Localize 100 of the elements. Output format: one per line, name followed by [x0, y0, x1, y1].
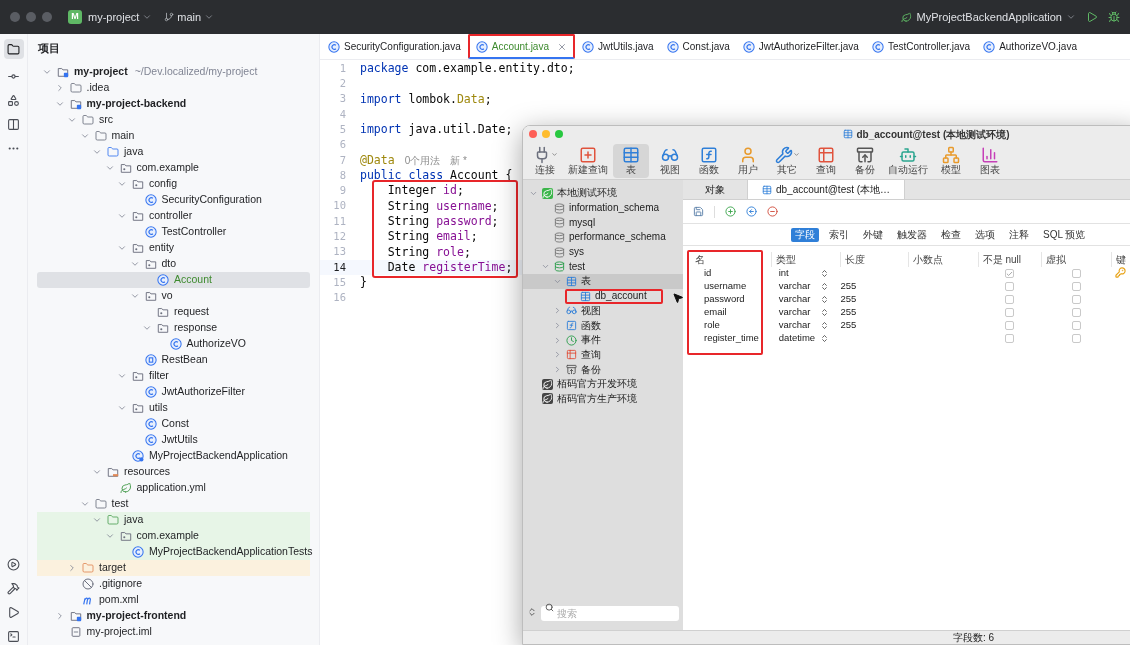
tree-item[interactable]: application.yml: [37, 480, 310, 496]
tree-item[interactable]: 函数: [553, 320, 601, 332]
structure-icon[interactable]: [7, 94, 20, 107]
tree-item[interactable]: test: [541, 261, 586, 273]
editor-tab[interactable]: TestController.java: [865, 34, 977, 59]
tree-item[interactable]: sys: [541, 246, 584, 258]
run-icon[interactable]: [7, 606, 20, 619]
tree-item[interactable]: .idea: [37, 80, 310, 96]
tree-item[interactable]: 栢码官方生产环境: [529, 393, 637, 405]
up-down-icon[interactable]: [820, 308, 830, 317]
chevron-down-icon[interactable]: [92, 147, 102, 157]
tree-item[interactable]: entity: [37, 240, 310, 256]
tree-item[interactable]: vo: [37, 288, 310, 304]
chevron-down-icon[interactable]: [117, 371, 127, 381]
checkbox[interactable]: [1005, 282, 1015, 291]
chevron-down-icon[interactable]: [117, 243, 127, 253]
tree-item[interactable]: 视图: [553, 305, 601, 317]
tree-item[interactable]: 备份: [553, 364, 601, 376]
chevron-down-icon[interactable]: [117, 403, 127, 413]
editor-tab[interactable]: Account.java: [467, 34, 575, 59]
section-tab[interactable]: 检查: [937, 227, 965, 242]
tree-item[interactable]: java: [37, 512, 310, 528]
tree-item[interactable]: main: [37, 128, 310, 144]
chevron-right-icon[interactable]: [553, 321, 562, 331]
checkbox[interactable]: [1005, 334, 1015, 343]
chevron-down-icon[interactable]: [42, 67, 52, 77]
tree-item[interactable]: MyProjectBackendApplication: [37, 448, 310, 464]
search-field[interactable]: 搜索: [541, 606, 679, 621]
checkbox[interactable]: [1071, 295, 1081, 304]
tree-item[interactable]: 事件: [553, 334, 601, 346]
tree-item[interactable]: my-project-backend: [37, 96, 310, 112]
checkbox[interactable]: [1071, 334, 1081, 343]
toolbar-button[interactable]: 用户: [730, 143, 766, 178]
tree-item[interactable]: MyProjectBackendApplicationTests: [37, 544, 310, 560]
services-icon[interactable]: [7, 558, 20, 571]
tree-item[interactable]: request: [37, 304, 310, 320]
checkbox[interactable]: [1071, 321, 1081, 330]
chevron-down-icon[interactable]: [67, 115, 77, 125]
section-tab[interactable]: 外键: [859, 227, 887, 242]
tree-item[interactable]: pom.xml: [37, 592, 310, 608]
chevron-right-icon[interactable]: [553, 306, 562, 316]
tree-item[interactable]: my-project.iml: [37, 624, 310, 640]
tree-item[interactable]: mysql: [541, 217, 596, 229]
checkbox[interactable]: [1071, 269, 1081, 278]
branch-selector[interactable]: main: [164, 8, 215, 26]
tree-item[interactable]: dto: [37, 256, 310, 272]
tree-item[interactable]: controller: [37, 208, 310, 224]
up-down-icon[interactable]: [820, 321, 830, 330]
chevron-down-icon[interactable]: [142, 323, 152, 333]
tree-item[interactable]: com.example: [37, 160, 310, 176]
document-tab[interactable]: db_account@test (本地…: [747, 180, 906, 199]
tree-item[interactable]: filter: [37, 368, 310, 384]
tree-item[interactable]: java: [37, 144, 310, 160]
tree-item[interactable]: config: [37, 176, 310, 192]
chevron-down-icon[interactable]: [92, 515, 102, 525]
toolbar-button[interactable]: 图表: [972, 143, 1008, 178]
section-tab[interactable]: 字段: [791, 227, 819, 242]
chevron-right-icon[interactable]: [553, 335, 562, 345]
toolbar-button[interactable]: 连接: [527, 143, 563, 178]
chevron-down-icon[interactable]: [92, 467, 102, 477]
tree-item[interactable]: JwtUtils: [37, 432, 310, 448]
chevron-down-icon[interactable]: [117, 211, 127, 221]
editor-tab[interactable]: JwtAuthorizeFilter.java: [736, 34, 865, 59]
tree-item[interactable]: my-project ~/Dev.localized/my-project: [37, 64, 310, 80]
tree-item[interactable]: src: [37, 112, 310, 128]
checkbox[interactable]: [1005, 269, 1015, 278]
tree-item[interactable]: performance_schema: [541, 231, 666, 243]
tree-item[interactable]: .gitignore: [37, 576, 310, 592]
editor-tab[interactable]: AuthorizeVO.java: [977, 34, 1083, 59]
insert-icon[interactable]: [746, 206, 757, 217]
tree-item[interactable]: utils: [37, 400, 310, 416]
toolbar-button[interactable]: 视图: [652, 143, 688, 178]
project-tool-button[interactable]: [3, 39, 24, 59]
tree-item[interactable]: resources: [37, 464, 310, 480]
toolbar-button[interactable]: 备份: [847, 143, 883, 178]
section-tab[interactable]: 注释: [1005, 227, 1033, 242]
chevron-down-icon[interactable]: [129, 291, 140, 301]
tree-item[interactable]: SecurityConfiguration: [37, 192, 310, 208]
editor-tab[interactable]: Const.java: [660, 34, 736, 59]
add-icon[interactable]: [725, 206, 736, 217]
save-icon[interactable]: [693, 206, 704, 217]
toolbar-button[interactable]: 新建查询: [566, 143, 610, 178]
hammer-icon[interactable]: [7, 582, 20, 595]
chevron-down-icon[interactable]: [79, 499, 90, 509]
chevron-down-icon[interactable]: [104, 531, 115, 541]
section-tab[interactable]: 触发器: [893, 227, 931, 242]
tree-item[interactable]: 表: [553, 275, 591, 287]
sort-icon[interactable]: [527, 607, 537, 617]
tree-item[interactable]: 本地测试环境: [529, 187, 617, 199]
tree-item[interactable]: test: [37, 496, 310, 512]
tree-item[interactable]: Const: [37, 416, 310, 432]
toolbar-button[interactable]: 表: [613, 143, 649, 178]
tree-item[interactable]: 栢码官方开发环境: [529, 378, 637, 390]
checkbox[interactable]: [1071, 282, 1081, 291]
section-tab[interactable]: SQL 预览: [1039, 227, 1090, 242]
section-tab[interactable]: 选项: [971, 227, 999, 242]
up-down-icon[interactable]: [820, 295, 830, 304]
chevron-down-icon[interactable]: [104, 163, 115, 173]
chevron-right-icon[interactable]: [67, 563, 77, 573]
tree-item[interactable]: TestController: [37, 224, 310, 240]
